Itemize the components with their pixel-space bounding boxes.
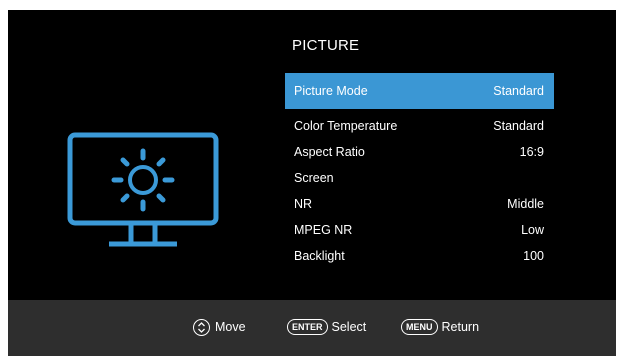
menu-item-value: Standard [493, 84, 544, 98]
menu-item-mpeg-nr[interactable]: MPEG NR Low [285, 217, 554, 243]
menu-item-value: Low [521, 223, 544, 237]
return-label: Return [441, 320, 480, 334]
menu-item-value: Standard [493, 119, 544, 133]
menu-item-value: 100 [523, 249, 544, 263]
picture-menu: Picture Mode Standard Color Temperature … [285, 73, 554, 269]
select-label: Select [331, 320, 367, 334]
menu-item-label: Backlight [294, 249, 345, 263]
menu-item-aspect-ratio[interactable]: Aspect Ratio 16:9 [285, 139, 554, 165]
return-hint: MENU Return [401, 318, 479, 336]
menu-item-color-temperature[interactable]: Color Temperature Standard [285, 113, 554, 139]
move-hint: Move [193, 318, 246, 336]
menu-item-label: MPEG NR [294, 223, 353, 237]
menu-item-label: Screen [294, 171, 334, 185]
menu-item-value: 16:9 [519, 145, 544, 159]
menu-item-screen[interactable]: Screen [285, 165, 554, 191]
menu-item-label: Aspect Ratio [294, 145, 365, 159]
menu-title: PICTURE [292, 37, 360, 54]
key-hint-bar: Move ENTER Select MENU Return [8, 300, 616, 356]
menu-item-picture-mode[interactable]: Picture Mode Standard [285, 73, 554, 109]
updown-circle-icon [193, 318, 210, 336]
menu-item-label: NR [294, 197, 313, 211]
menu-item-value: Middle [507, 197, 544, 211]
move-label: Move [215, 320, 246, 334]
menu-item-label: Picture Mode [294, 84, 368, 98]
menu-item-label: Color Temperature [294, 119, 398, 133]
menu-key-icon: MENU [401, 319, 438, 335]
menu-item-nr[interactable]: NR Middle [285, 191, 554, 217]
menu-item-backlight[interactable]: Backlight 100 [285, 243, 554, 269]
monitor-sun-icon [67, 132, 219, 247]
enter-key-icon: ENTER [287, 319, 328, 335]
select-hint: ENTER Select [287, 318, 366, 336]
